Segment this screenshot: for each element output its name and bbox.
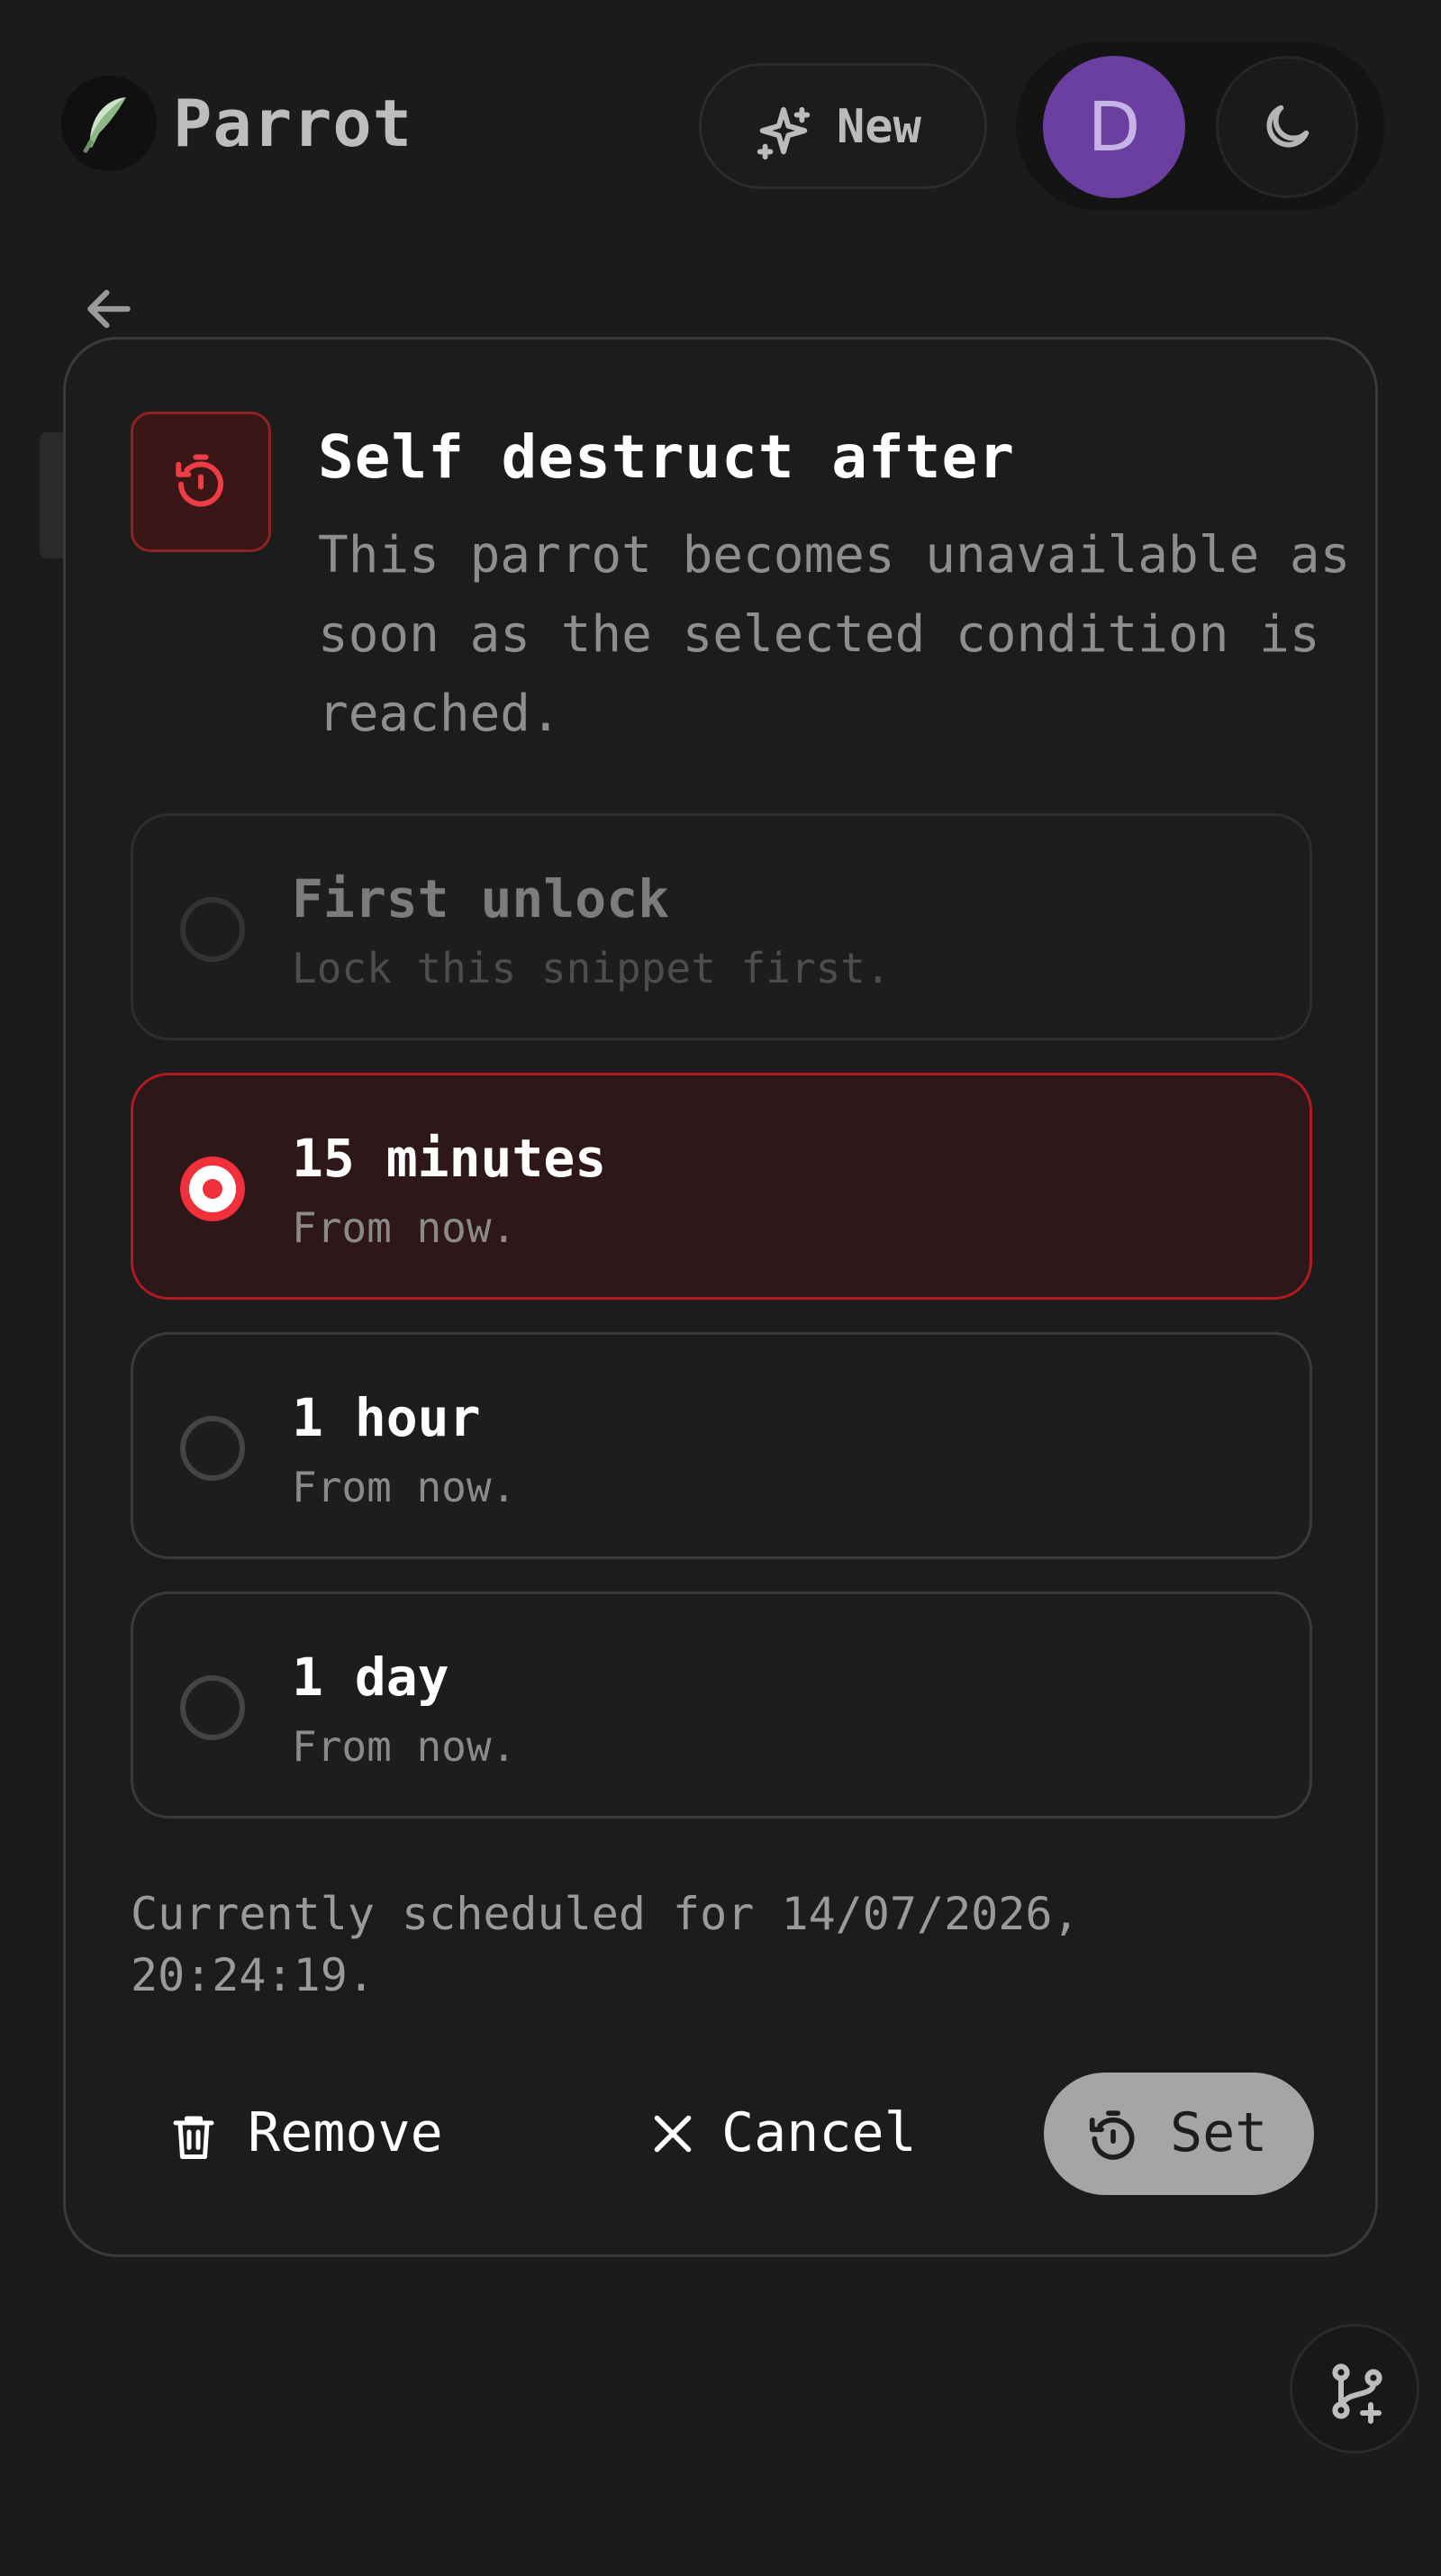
branch-button[interactable] xyxy=(1290,2324,1419,2454)
logo-icon[interactable] xyxy=(61,76,157,171)
modal-description: This parrot becomes unavailable as soon … xyxy=(318,526,1351,743)
option-15-minutes[interactable]: 15 minutes From now. xyxy=(131,1073,1312,1300)
option-1-hour[interactable]: 1 hour From now. xyxy=(131,1332,1312,1559)
radio-1-day[interactable] xyxy=(180,1675,245,1740)
remove-button-label: Remove xyxy=(248,2101,443,2164)
option-1-day[interactable]: 1 day From now. xyxy=(131,1592,1312,1819)
option-label: 1 day xyxy=(292,1646,449,1708)
timer-icon xyxy=(176,454,223,507)
brand-name[interactable]: Parrot xyxy=(173,83,412,164)
set-button-label: Set xyxy=(1170,2101,1268,2164)
radio-first-unlock[interactable] xyxy=(180,897,245,962)
git-branch-icon xyxy=(1332,2363,1382,2424)
self-destruct-dialog: Self destruct after This parrot becomes … xyxy=(63,337,1378,2257)
avatar[interactable]: D xyxy=(1043,56,1185,198)
new-button[interactable]: New xyxy=(699,63,987,189)
cancel-button-label: Cancel xyxy=(721,2101,917,2164)
option-subtext: From now. xyxy=(292,1203,517,1252)
remove-button[interactable]: Remove xyxy=(167,2073,491,2195)
moon-icon xyxy=(1266,104,1310,148)
close-icon xyxy=(654,2115,692,2153)
modal-title: Self destruct after xyxy=(318,422,1015,492)
radio-1-hour[interactable] xyxy=(180,1416,245,1481)
header: Parrot New D xyxy=(0,0,1441,252)
option-label: First unlock xyxy=(292,868,670,930)
trash-icon xyxy=(173,2116,214,2159)
cancel-button[interactable]: Cancel xyxy=(646,2073,952,2195)
option-label: 1 hour xyxy=(292,1387,481,1448)
sparkles-icon xyxy=(757,106,811,160)
scheduled-status: Currently scheduled for 14/07/2026, 20:2… xyxy=(131,1888,1080,2001)
back-arrow-icon[interactable] xyxy=(81,281,137,337)
option-first-unlock[interactable]: First unlock Lock this snippet first. xyxy=(131,813,1312,1040)
option-subtext: Lock this snippet first. xyxy=(292,944,891,993)
option-subtext: From now. xyxy=(292,1463,517,1511)
timer-icon xyxy=(1089,2110,1135,2160)
new-button-label: New xyxy=(837,100,921,154)
option-label: 15 minutes xyxy=(292,1128,607,1189)
radio-15-minutes[interactable] xyxy=(180,1156,245,1221)
theme-toggle-button[interactable] xyxy=(1216,56,1358,198)
modal-timer-badge xyxy=(131,412,271,552)
option-subtext: From now. xyxy=(292,1722,517,1771)
set-button[interactable]: Set xyxy=(1044,2073,1314,2195)
